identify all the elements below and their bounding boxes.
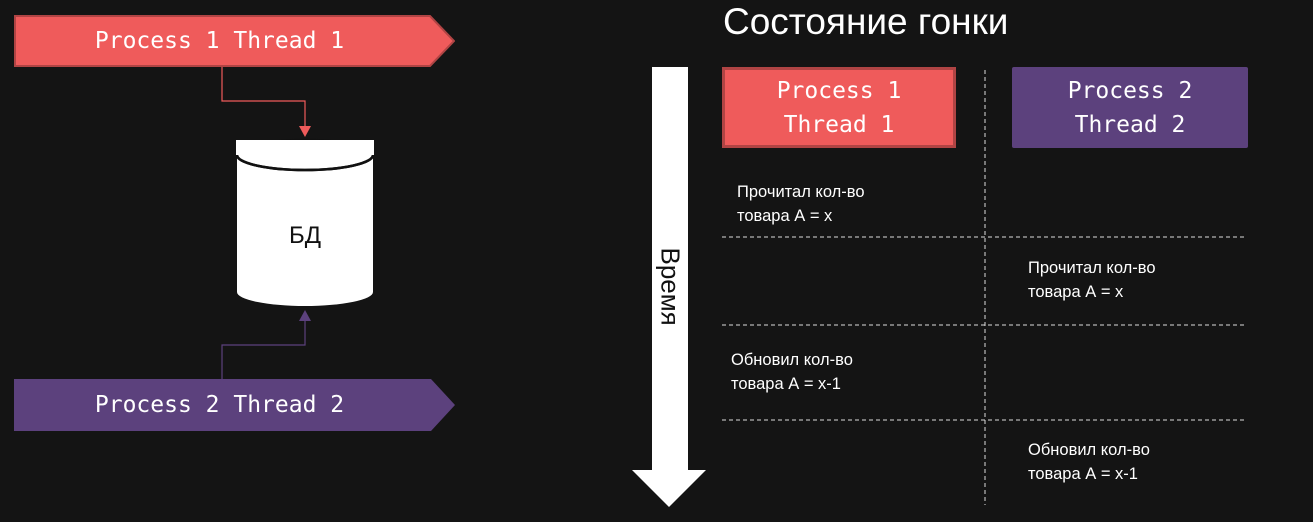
- column-header-process2: Process 2 Thread 2: [1012, 67, 1248, 148]
- process1-label: Process 1 Thread 1: [94, 28, 345, 54]
- step-3-text: Обновил кол-во товара А = x-1: [731, 351, 853, 393]
- process2-label: Process 2 Thread 2: [94, 392, 345, 418]
- step-4-text: Обновил кол-во товара А = x-1: [1028, 441, 1150, 483]
- time-axis-label: Время: [655, 247, 686, 326]
- step-2-text: Прочитал кол-во товара А = x: [1028, 259, 1156, 301]
- column-header-process1: Process 1 Thread 1: [722, 67, 956, 148]
- step-1-text: Прочитал кол-во товара А = x: [737, 183, 865, 225]
